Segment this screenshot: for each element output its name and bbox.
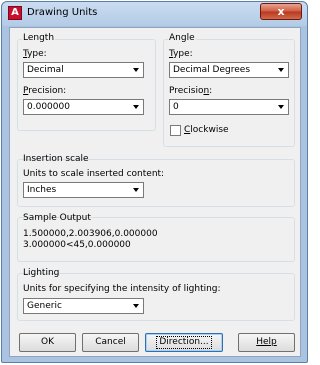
title-bar[interactable]: A Drawing Units x: [2, 2, 307, 26]
length-type-select[interactable]: Decimal: [23, 62, 144, 78]
cancel-button[interactable]: Cancel: [82, 333, 139, 352]
length-precision-select[interactable]: 0.000000: [23, 99, 144, 115]
direction-button-label: Direction...: [156, 336, 212, 349]
insertion-scale-description: Units to scale inserted content:: [23, 169, 165, 179]
angle-precision-select[interactable]: 0: [169, 99, 289, 115]
lighting-label: Lighting: [23, 268, 60, 278]
chevron-down-icon: [133, 188, 139, 192]
lighting-description: Units for specifying the intensity of li…: [23, 284, 221, 294]
length-precision-value: 0.000000: [27, 102, 70, 112]
chevron-down-icon: [133, 105, 139, 109]
angle-precision-label: Precision:: [169, 86, 213, 96]
clockwise-label[interactable]: Clockwise: [184, 125, 229, 135]
insertion-scale-value: Inches: [27, 185, 57, 195]
help-button[interactable]: Help: [238, 333, 295, 352]
sample-output-line-2: 3.000000<45,0.000000: [23, 240, 131, 250]
lighting-select[interactable]: Generic: [23, 298, 144, 314]
insertion-scale-label: Insertion scale: [23, 154, 89, 164]
drawing-units-dialog: A Drawing Units x Length Type: Decimal P…: [1, 1, 308, 363]
window-title: Drawing Units: [27, 7, 98, 18]
insertion-scale-select[interactable]: Inches: [23, 182, 144, 198]
chevron-down-icon: [278, 105, 284, 109]
sample-output-line-1: 1.500000,2.003906,0.000000: [23, 229, 158, 239]
dialog-body: Length Type: Decimal Precision: 0.000000…: [9, 27, 301, 357]
sample-output-label: Sample Output: [23, 213, 91, 223]
direction-button[interactable]: Direction...: [145, 333, 223, 352]
ok-button[interactable]: OK: [19, 333, 76, 352]
chevron-down-icon: [278, 68, 284, 72]
lighting-value: Generic: [27, 301, 62, 311]
clockwise-checkbox[interactable]: [170, 125, 181, 136]
close-icon: x: [277, 5, 285, 18]
angle-type-value: Decimal Degrees: [173, 65, 251, 75]
length-type-label: Type:: [23, 49, 47, 59]
autocad-app-icon: A: [8, 6, 22, 20]
length-type-value: Decimal: [27, 65, 64, 75]
angle-type-select[interactable]: Decimal Degrees: [169, 62, 289, 78]
length-group-label: Length: [22, 33, 56, 43]
close-button[interactable]: x: [260, 3, 302, 20]
angle-precision-value: 0: [173, 102, 179, 112]
angle-type-label: Type:: [169, 49, 193, 59]
chevron-down-icon: [133, 68, 139, 72]
chevron-down-icon: [133, 304, 139, 308]
help-button-label: Help: [256, 337, 277, 347]
length-precision-label: Precision:: [23, 86, 67, 96]
angle-group-label: Angle: [168, 33, 196, 43]
